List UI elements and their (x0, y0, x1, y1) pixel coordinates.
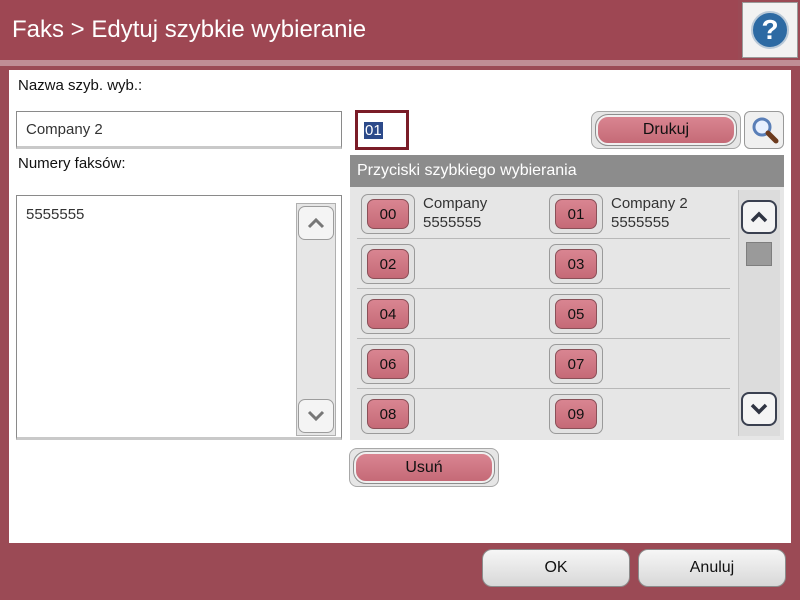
magnifier-icon (752, 117, 779, 144)
speed-dial-code: 03 (555, 249, 597, 279)
fax-numbers-label: Numery faksów: (18, 155, 126, 172)
print-button[interactable]: Drukuj (595, 114, 737, 146)
row-divider (357, 388, 730, 389)
speed-dial-entry-01: Company 2 5555555 (611, 194, 688, 232)
page-title-bar: Faks > Edytuj szybkie wybieranie (0, 0, 738, 60)
chevron-down-icon (307, 410, 325, 422)
ok-button[interactable]: OK (482, 549, 630, 587)
speed-dial-header: Przyciski szybkiego wybierania (350, 155, 784, 187)
speed-dial-button-00[interactable]: 00 (361, 194, 415, 234)
speed-dial-button-05[interactable]: 05 (549, 294, 603, 334)
speed-dial-name: Company (423, 195, 488, 212)
fax-numbers-list[interactable]: 5555555 (16, 195, 342, 440)
fax-list-scrollbar[interactable] (296, 203, 336, 436)
row-divider (357, 338, 730, 339)
name-label: Nazwa szyb. wyb.: (18, 77, 143, 94)
speed-dial-button-01[interactable]: 01 (549, 194, 603, 234)
delete-button-label: Usuń (405, 458, 443, 476)
ok-button-label: OK (544, 559, 568, 576)
row-divider (357, 238, 730, 239)
print-button-label: Drukuj (642, 121, 690, 138)
name-input[interactable]: Company 2 (16, 111, 342, 149)
speed-dial-name: Company 2 (611, 195, 688, 212)
speed-dial-button-03[interactable]: 03 (549, 244, 603, 284)
cancel-button-label: Anuluj (689, 559, 735, 576)
fax-scroll-down-button[interactable] (298, 399, 334, 433)
speed-dial-entry-00: Company 5555555 (423, 194, 487, 232)
list-item[interactable]: 5555555 (26, 206, 84, 223)
cancel-button[interactable]: Anuluj (638, 549, 786, 587)
speed-dial-number-input[interactable]: 01 (355, 110, 409, 150)
speed-dial-code: 08 (367, 399, 409, 429)
speed-dial-scroll-down-button[interactable] (741, 392, 777, 426)
chevron-down-icon (750, 403, 768, 415)
speed-dial-code: 01 (555, 199, 597, 229)
speed-dial-number: 5555555 (423, 214, 482, 231)
speed-dial-button-08[interactable]: 08 (361, 394, 415, 434)
help-button[interactable]: ? (742, 2, 798, 58)
speed-dial-button-06[interactable]: 06 (361, 344, 415, 384)
page-title: Faks > Edytuj szybkie wybieranie (12, 16, 367, 43)
speed-dial-button-04[interactable]: 04 (361, 294, 415, 334)
name-input-value: Company 2 (26, 120, 103, 138)
chevron-up-icon (307, 217, 325, 229)
speed-dial-button-09[interactable]: 09 (549, 394, 603, 434)
help-icon: ? (751, 11, 789, 49)
speed-dial-code: 02 (367, 249, 409, 279)
speed-dial-button-02[interactable]: 02 (361, 244, 415, 284)
search-button[interactable] (744, 111, 784, 149)
speed-dial-scroll-thumb[interactable] (746, 242, 772, 266)
speed-dial-button-07[interactable]: 07 (549, 344, 603, 384)
speed-dial-scroll-up-button[interactable] (741, 200, 777, 234)
speed-dial-number-value: 01 (364, 121, 383, 139)
speed-dial-number: 5555555 (611, 214, 670, 231)
speed-dial-code: 09 (555, 399, 597, 429)
speed-dial-code: 06 (367, 349, 409, 379)
speed-dial-code: 07 (555, 349, 597, 379)
speed-dial-code: 04 (367, 299, 409, 329)
speed-dial-title: Przyciski szybkiego wybierania (357, 162, 577, 179)
row-divider (357, 288, 730, 289)
delete-button[interactable]: Usuń (353, 451, 495, 484)
speed-dial-scrollbar[interactable] (738, 190, 780, 436)
fax-scroll-up-button[interactable] (298, 206, 334, 240)
speed-dial-code: 05 (555, 299, 597, 329)
speed-dial-code: 00 (367, 199, 409, 229)
chevron-up-icon (750, 211, 768, 223)
header-divider (0, 60, 800, 66)
